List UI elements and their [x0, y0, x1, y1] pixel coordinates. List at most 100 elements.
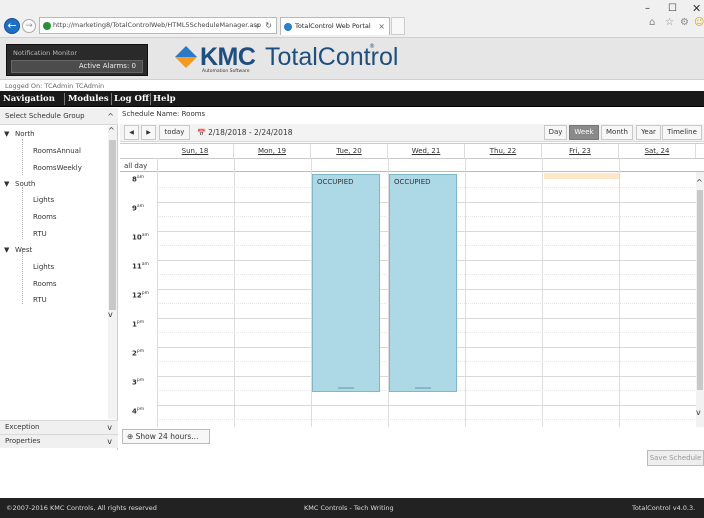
menu-help[interactable]: Help	[153, 91, 176, 107]
logo-registered-mark: ®	[369, 43, 375, 50]
event-occupied-wed[interactable]: OCCUPIED	[389, 174, 457, 392]
day-header-mon[interactable]: Mon, 19	[234, 144, 311, 158]
tree-item-south-rooms[interactable]: Rooms	[0, 209, 108, 225]
logo-totalcontrol-text: TotalControl	[265, 43, 399, 71]
schedule-name: Schedule Name: Rooms	[122, 110, 206, 118]
maximize-icon[interactable]: ☐	[668, 3, 677, 14]
tab-close-icon[interactable]: ×	[378, 18, 385, 35]
tree-item-roomsweekly[interactable]: RoomsWeekly	[0, 160, 108, 176]
hour-label-10am: 10am	[132, 233, 149, 242]
tree-group-west[interactable]: ▼ West	[0, 242, 108, 258]
calendar-icon[interactable]: 📅	[197, 129, 206, 137]
calendar-scrollbar[interactable]: ^ v	[696, 172, 704, 427]
hour-line	[157, 405, 697, 406]
expand-toggle-icon[interactable]: ▼	[4, 242, 9, 258]
tree-item-south-lights[interactable]: Lights	[0, 192, 108, 208]
event-resize-handle[interactable]	[338, 387, 354, 389]
browser-chrome: ← → http://marketing8/TotalControlWeb/HT…	[0, 0, 704, 38]
scrollbar-thumb[interactable]	[109, 140, 116, 310]
menu-separator	[111, 93, 112, 105]
refresh-icon[interactable]: ↻	[265, 18, 272, 33]
day-header-sat[interactable]: Sat, 24	[619, 144, 696, 158]
day-column-divider	[619, 158, 620, 427]
exception-section[interactable]: Exception v	[0, 420, 118, 434]
forward-button[interactable]: →	[22, 19, 36, 33]
tree-group-south[interactable]: ▼ South	[0, 176, 108, 192]
tree-item-label: RoomsAnnual	[33, 147, 81, 155]
day-header-fri[interactable]: Fri, 23	[542, 144, 619, 158]
scroll-up-icon[interactable]: ^	[696, 178, 703, 187]
event-resize-handle[interactable]	[415, 387, 431, 389]
schedule-group-header[interactable]: Select Schedule Group ^	[0, 108, 118, 125]
day-header-thu[interactable]: Thu, 22	[465, 144, 542, 158]
close-icon[interactable]: ✕	[692, 2, 701, 15]
expand-icon[interactable]: v	[107, 421, 112, 434]
address-bar[interactable]: http://marketing8/TotalControlWeb/HTML5S…	[39, 17, 277, 34]
scroll-down-icon[interactable]: v	[108, 310, 113, 319]
hour-label-8am: 8am	[132, 175, 145, 184]
hour-label-3pm: 3pm	[132, 378, 145, 387]
footer: ©2007-2016 KMC Controls, All rights rese…	[0, 498, 704, 518]
app-header: Notification Monitor Active Alarms: 0 KM…	[0, 38, 704, 80]
home-icon[interactable]: ⌂	[649, 17, 655, 28]
tree-group-north[interactable]: ▼ North	[0, 126, 108, 142]
notification-monitor[interactable]: Notification Monitor Active Alarms: 0	[6, 44, 148, 76]
browser-tab[interactable]: TotalControl Web Portal ×	[280, 17, 390, 35]
day-header-wed[interactable]: Wed, 21	[388, 144, 465, 158]
view-day-button[interactable]: Day	[544, 125, 567, 140]
next-week-button[interactable]: ▶	[141, 125, 156, 140]
expand-icon[interactable]: v	[107, 435, 112, 448]
search-icon[interactable]: ⌕	[256, 18, 260, 33]
feedback-smile-icon[interactable]: ☺	[694, 17, 704, 28]
schedule-group-title: Select Schedule Group	[5, 112, 85, 120]
properties-section[interactable]: Properties v	[0, 434, 118, 448]
scrollbar-thumb[interactable]	[697, 190, 703, 390]
footer-center: KMC Controls - Tech Writing	[304, 504, 394, 512]
expand-toggle-icon[interactable]: ▼	[4, 126, 9, 142]
new-tab-button[interactable]	[391, 17, 405, 35]
all-day-label: all day	[124, 162, 148, 170]
hour-label-4pm: 4pm	[132, 407, 145, 416]
scroll-up-icon[interactable]: ^	[108, 126, 115, 135]
day-column-divider	[234, 158, 235, 427]
exception-label: Exception	[5, 423, 40, 431]
tree-item-west-rtu[interactable]: RTU	[0, 292, 108, 308]
back-button[interactable]: ←	[4, 18, 20, 34]
tree-item-west-rooms[interactable]: Rooms	[0, 276, 108, 292]
active-alarms[interactable]: Active Alarms: 0	[11, 60, 143, 73]
minimize-icon[interactable]: –	[645, 3, 650, 14]
tree-item-roomsannual[interactable]: RoomsAnnual	[0, 143, 108, 159]
day-header-tue[interactable]: Tue, 20	[311, 144, 388, 158]
footer-version: TotalControl v4.0.3.	[632, 504, 696, 512]
view-year-button[interactable]: Year	[636, 125, 661, 140]
show-24-hours-button[interactable]: ⊕ Show 24 hours...	[122, 429, 210, 444]
menu-separator	[64, 93, 65, 105]
expand-toggle-icon[interactable]: ▼	[4, 176, 9, 192]
site-icon	[43, 22, 51, 30]
tree-item-label: South	[15, 180, 36, 188]
tree-scrollbar[interactable]: ^ v	[108, 126, 117, 419]
view-month-button[interactable]: Month	[601, 125, 633, 140]
view-week-button[interactable]: Week	[569, 125, 599, 140]
prev-week-button[interactable]: ◀	[124, 125, 139, 140]
properties-label: Properties	[5, 437, 41, 445]
menu-navigation[interactable]: Navigation	[3, 91, 55, 107]
all-day-row[interactable]: all day	[120, 158, 704, 172]
scroll-down-icon[interactable]: v	[696, 408, 701, 417]
tree-item-west-lights[interactable]: Lights	[0, 259, 108, 275]
gear-icon[interactable]: ⚙	[680, 17, 689, 28]
menu-modules[interactable]: Modules	[68, 91, 109, 107]
event-occupied-tue[interactable]: OCCUPIED	[312, 174, 380, 392]
star-icon[interactable]: ☆	[665, 17, 674, 28]
day-header-sun[interactable]: Sun, 18	[157, 144, 234, 158]
today-button[interactable]: today	[159, 125, 190, 140]
view-timeline-button[interactable]: Timeline	[662, 125, 702, 140]
notification-monitor-title: Notification Monitor	[13, 49, 78, 57]
event-label: OCCUPIED	[394, 178, 431, 186]
save-schedule-button[interactable]: Save Schedule	[647, 450, 704, 466]
collapse-icon[interactable]: ^	[107, 108, 114, 125]
menu-log-off[interactable]: Log Off	[114, 91, 149, 107]
tree-item-label: Rooms	[33, 213, 57, 221]
date-range[interactable]: 📅 2/18/2018 - 2/24/2018	[197, 124, 293, 142]
tree-item-south-rtu[interactable]: RTU	[0, 226, 108, 242]
